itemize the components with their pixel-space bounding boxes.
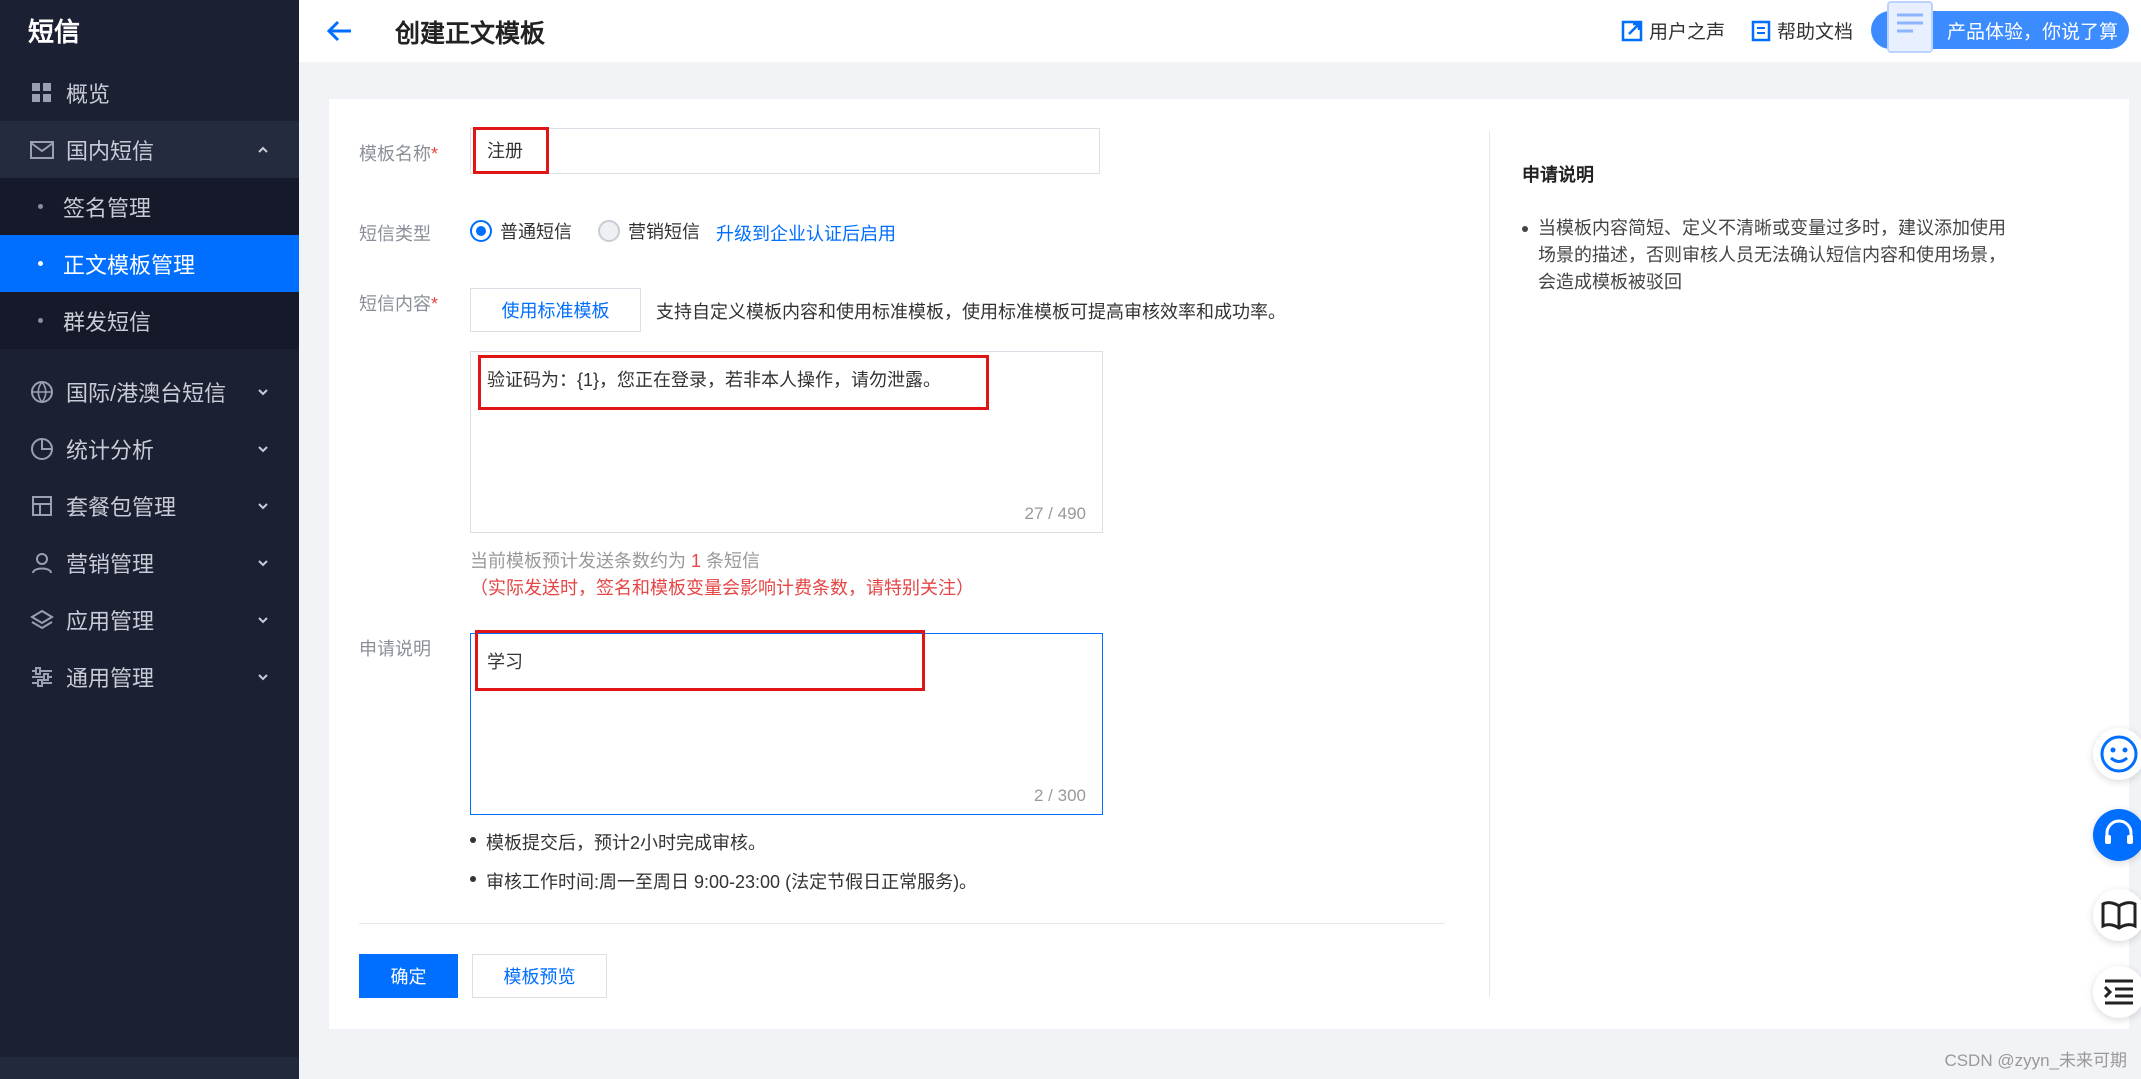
document-icon: [1751, 20, 1771, 41]
sidebar-item-label: 应用管理: [66, 608, 155, 634]
chevron-down-icon: [258, 673, 268, 680]
sidebar-item-general[interactable]: 通用管理: [0, 648, 299, 705]
user-voice-link[interactable]: 用户之声: [1621, 17, 1725, 44]
remark-label: 申请说明: [359, 639, 431, 659]
sidebar-item-signature[interactable]: 签名管理: [0, 178, 299, 235]
sidebar-item-label: 概览: [66, 81, 111, 107]
panel-divider: [1489, 131, 1490, 997]
sidebar-item-label: 套餐包管理: [66, 494, 177, 520]
docs-book-button[interactable]: [2093, 889, 2141, 941]
page-title: 创建正文模板: [395, 20, 546, 48]
sidebar-item-label: 通用管理: [66, 665, 155, 691]
bullet-icon: [38, 318, 43, 323]
smile-feedback-button[interactable]: [2093, 728, 2141, 780]
sidebar-item-apps[interactable]: 应用管理: [0, 591, 299, 648]
page-header: 创建正文模板 用户之声 帮助文档 产品体验，你说了算: [299, 0, 2141, 62]
sidebar-item-label: 群发短信: [63, 309, 152, 335]
use-standard-template-button[interactable]: 使用标准模板: [470, 288, 641, 332]
highlight-box: [475, 630, 925, 691]
user-voice-label: 用户之声: [1649, 22, 1726, 43]
list-icon: [2103, 979, 2133, 1005]
chevron-down-icon: [258, 502, 268, 509]
book-icon: [2101, 901, 2137, 930]
upgrade-link[interactable]: 升级到企业认证后启用: [716, 220, 896, 246]
template-form-card: 模板名称* 注册 短信类型 普通短信 营销短信 升级到企业认证后启用 短信内容*…: [329, 99, 2129, 1029]
sidebar-item-international[interactable]: 国际/港澳台短信: [0, 363, 299, 420]
layers-icon: [28, 606, 56, 634]
promo-label: 产品体验，你说了算: [1947, 21, 2119, 43]
bullet-icon: [38, 204, 43, 209]
template-preview-button[interactable]: 模板预览: [472, 954, 607, 998]
chevron-up-icon: [258, 146, 268, 153]
remark-counter: 2 / 300: [1034, 786, 1086, 805]
confirm-button[interactable]: 确定: [359, 954, 458, 998]
sidebar: 短信 概览 国内短信 签名管理 正文模板管理 群发短信 国际/港澳台短信 统计分…: [0, 0, 299, 1079]
sliders-icon: [28, 663, 56, 691]
sms-content-label: 短信内容*: [359, 294, 439, 314]
feedback-promo-button[interactable]: 产品体验，你说了算: [1871, 1, 2129, 53]
customer-service-button[interactable]: [2093, 809, 2141, 861]
radio-checked-icon: [470, 220, 492, 242]
radio-label: 普通短信: [500, 222, 572, 242]
help-docs-label: 帮助文档: [1777, 22, 1854, 43]
mail-icon: [28, 136, 56, 164]
sidebar-brand: 短信: [28, 17, 81, 47]
sidebar-item-bulk-sms[interactable]: 群发短信: [0, 292, 299, 349]
chevron-down-icon: [258, 616, 268, 623]
sidebar-item-label: 国际/港澳台短信: [66, 380, 227, 406]
sidebar-item-domestic-sms[interactable]: 国内短信: [0, 121, 299, 178]
review-note-2: 审核工作时间:周一至周日 9:00-23:00 (法定节假日正常服务)。: [470, 868, 977, 894]
side-panel-title: 申请说明: [1522, 165, 1594, 185]
pie-chart-icon: [28, 435, 56, 463]
globe-icon: [28, 378, 56, 406]
estimate-text: 当前模板预计发送条数约为 1 条短信: [470, 551, 761, 571]
highlight-box: [473, 127, 549, 174]
sidebar-item-label: 营销管理: [66, 551, 155, 577]
sidebar-item-marketing[interactable]: 营销管理: [0, 534, 299, 591]
content-tip: 支持自定义模板内容和使用标准模板，使用标准模板可提高审核效率和成功率。: [656, 302, 1286, 322]
form-divider: [359, 923, 1445, 924]
sidebar-footer: [0, 1057, 299, 1079]
radio-normal-sms[interactable]: 普通短信: [470, 218, 572, 244]
package-icon: [28, 492, 56, 520]
highlight-box: [478, 355, 989, 410]
user-icon: [28, 549, 56, 577]
back-arrow-icon[interactable]: [325, 16, 355, 46]
estimate-warning: （实际发送时，签名和模板变量会影响计费条数，请特别关注）: [470, 578, 974, 598]
radio-disabled-icon: [598, 220, 620, 242]
smile-icon: [2100, 735, 2138, 773]
sms-type-label: 短信类型: [359, 224, 431, 244]
template-name-input[interactable]: 注册: [470, 128, 1100, 174]
watermark: CSDN @zyyn_未来可期: [1944, 1051, 2127, 1070]
template-name-label: 模板名称*: [359, 144, 439, 164]
sidebar-item-packages[interactable]: 套餐包管理: [0, 477, 299, 534]
sidebar-item-template[interactable]: 正文模板管理: [0, 235, 299, 292]
radio-label: 营销短信: [628, 222, 700, 242]
grid-icon: [28, 79, 56, 107]
review-note-1: 模板提交后，预计2小时完成审核。: [470, 829, 766, 855]
chevron-down-icon: [258, 388, 268, 395]
external-link-icon: [1621, 20, 1643, 41]
help-docs-link[interactable]: 帮助文档: [1751, 17, 1853, 44]
radio-marketing-sms[interactable]: 营销短信: [598, 218, 700, 244]
headset-icon: [2105, 819, 2133, 844]
chevron-down-icon: [258, 559, 268, 566]
side-panel-text: 当模板内容简短、定义不清晰或变量过多时，建议添加使用场景的描述，否则审核人员无法…: [1522, 215, 2022, 296]
bullet-icon: [38, 261, 43, 266]
sidebar-item-label: 签名管理: [63, 195, 152, 221]
sidebar-item-stats[interactable]: 统计分析: [0, 420, 299, 477]
sms-content-counter: 27 / 490: [1024, 504, 1086, 523]
sidebar-item-label: 国内短信: [66, 138, 155, 164]
menu-list-button[interactable]: [2093, 966, 2141, 1018]
chevron-down-icon: [258, 445, 268, 452]
domestic-sms-submenu: 签名管理 正文模板管理 群发短信: [0, 178, 299, 349]
document-illustration-icon: [1887, 1, 1933, 53]
sidebar-item-label: 正文模板管理: [63, 252, 196, 278]
sidebar-item-overview[interactable]: 概览: [0, 64, 299, 121]
sidebar-item-label: 统计分析: [66, 437, 155, 463]
